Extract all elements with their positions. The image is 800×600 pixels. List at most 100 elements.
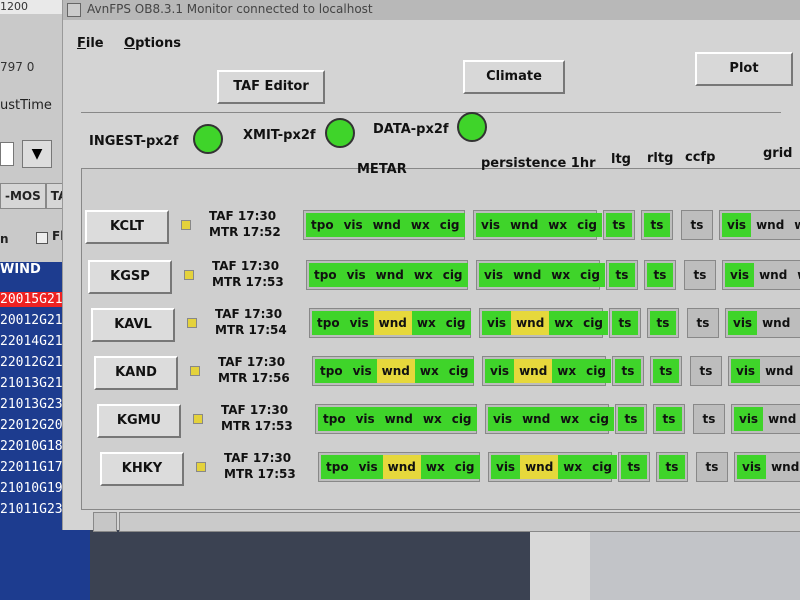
ccfp-monitor[interactable]: ts [687, 308, 719, 338]
grid-wx-status: wx [795, 311, 800, 335]
grid-monitor-group[interactable]: viswndwx [725, 308, 800, 338]
site-button[interactable]: KAND [94, 356, 178, 390]
site-button[interactable]: KAVL [91, 308, 175, 342]
wind-list-item[interactable]: 22012G21 [0, 355, 63, 370]
metar-monitor-group[interactable]: tpo vis wnd wx cig [315, 404, 477, 434]
metar-monitor-group[interactable]: tpo vis wnd wx cig [306, 260, 468, 290]
background-dropdown[interactable] [0, 142, 14, 166]
metar-time: MTR 17:53 [224, 467, 296, 481]
ltg-monitor[interactable]: ts [603, 210, 635, 240]
wind-list-item[interactable]: 22010G18 [0, 439, 63, 454]
persistence-monitor-group[interactable]: vis wnd wx cig [482, 356, 611, 386]
ccfp-monitor[interactable]: ts [690, 356, 722, 386]
grid-vis-status: vis [734, 407, 764, 431]
tab-mos[interactable]: -MOS [0, 183, 46, 209]
menu-file-accel: F [77, 36, 86, 51]
wind-list-item[interactable]: 21011G23 [0, 502, 63, 517]
persistence-monitor-group[interactable]: vis wnd wx cig [485, 404, 614, 434]
ltg-monitor[interactable]: ts [615, 404, 647, 434]
rltg-monitor[interactable]: ts [653, 404, 685, 434]
metar-tpo-status: tpo [318, 407, 351, 431]
persistence-wx-status: wx [549, 311, 579, 335]
persistence-wnd-status: wnd [520, 455, 559, 479]
metar-wnd-status: wnd [370, 263, 409, 287]
wind-list-item[interactable]: 22014G21 [0, 334, 63, 349]
ccfp-status: ts [702, 412, 716, 426]
metar-time: MTR 17:54 [215, 323, 287, 337]
grid-monitor-group[interactable]: viswndwx [731, 404, 800, 434]
metar-cig-status: cig [437, 263, 468, 287]
ccfp-monitor[interactable]: ts [681, 210, 713, 240]
metar-monitor-group[interactable]: tpo vis wnd wx cig [309, 308, 471, 338]
site-button[interactable]: KHKY [100, 452, 184, 486]
grid-monitor-group[interactable]: viswndwx [719, 210, 800, 240]
ltg-monitor[interactable]: ts [618, 452, 650, 482]
site-button[interactable]: KGSP [88, 260, 172, 294]
ltg-monitor[interactable]: ts [609, 308, 641, 338]
rltg-status: ts [647, 263, 673, 287]
metar-vis-status: vis [341, 263, 371, 287]
menu-options-label: ptions [135, 36, 181, 51]
wind-list-item[interactable]: 22011G17 [0, 460, 63, 475]
ccfp-monitor[interactable]: ts [684, 260, 716, 290]
rltg-monitor[interactable]: ts [647, 308, 679, 338]
rltg-monitor[interactable]: ts [656, 452, 688, 482]
menu-file[interactable]: File [77, 36, 104, 51]
ccfp-monitor[interactable]: ts [693, 404, 725, 434]
metar-wnd-status: wnd [376, 359, 415, 383]
persistence-cig-status: cig [581, 359, 611, 383]
ccfp-monitor[interactable]: ts [696, 452, 728, 482]
grid-monitor-group[interactable]: viswndwx [722, 260, 800, 290]
grid-monitor-group[interactable]: viswndwx [734, 452, 800, 482]
metar-monitor-group[interactable]: tpo vis wnd wx cig [318, 452, 480, 482]
persistence-vis-status: vis [479, 263, 509, 287]
ltg-monitor[interactable]: ts [606, 260, 638, 290]
ltg-monitor[interactable]: ts [612, 356, 644, 386]
site-button[interactable]: KCLT [85, 210, 169, 244]
menu-options[interactable]: Options [124, 36, 181, 51]
rltg-monitor[interactable]: ts [644, 260, 676, 290]
rltg-monitor[interactable]: ts [641, 210, 673, 240]
persistence-wnd-status: wnd [517, 407, 556, 431]
grid-monitor-group[interactable]: viswndwx [728, 356, 800, 386]
persistence-monitor-group[interactable]: vis wnd wx cig [476, 260, 605, 290]
metar-vis-status: vis [353, 455, 383, 479]
site-button[interactable]: KGMU [97, 404, 181, 438]
site-times: TAF 17:30 MTR 17:53 [221, 402, 293, 434]
persistence-monitor-group[interactable]: vis wnd wx cig [488, 452, 617, 482]
background-checkbox[interactable] [36, 232, 48, 244]
background-label: n [0, 232, 9, 246]
persistence-vis-status: vis [476, 213, 506, 237]
site-flag-indicator [196, 462, 206, 472]
wind-list-item[interactable]: 20015G21 [0, 292, 63, 307]
metar-vis-status: vis [350, 407, 380, 431]
taf-time: TAF 17:30 [215, 307, 283, 321]
climate-button[interactable]: Climate [463, 60, 565, 94]
window-titlebar[interactable]: AvnFPS OB8.3.1 Monitor connected to loca… [63, 0, 800, 20]
window-menu-icon[interactable] [67, 3, 81, 17]
rltg-monitor[interactable]: ts [650, 356, 682, 386]
persistence-vis-status: vis [488, 407, 518, 431]
data-status-indicator [457, 112, 487, 142]
data-label: DATA-px2f [373, 122, 449, 137]
persistence-wnd-status: wnd [514, 359, 553, 383]
persistence-wx-status: wx [558, 455, 588, 479]
chevron-down-icon[interactable]: ▼ [22, 140, 52, 168]
wind-list-item[interactable]: 20012G21 [0, 313, 63, 328]
taf-editor-button[interactable]: TAF Editor [217, 70, 325, 104]
metar-monitor-group[interactable]: tpo vis wnd wx cig [303, 210, 465, 240]
ltg-status: ts [615, 359, 641, 383]
ccfp-status: ts [696, 316, 710, 330]
plot-button[interactable]: Plot [695, 52, 793, 86]
persistence-wnd-status: wnd [505, 213, 544, 237]
ltg-status: ts [621, 455, 647, 479]
metar-monitor-group[interactable]: tpo vis wnd wx cig [312, 356, 474, 386]
persistence-monitor-group[interactable]: vis wnd wx cig [473, 210, 602, 240]
wind-list-item[interactable]: 21013G23 [0, 397, 63, 412]
wind-list-item[interactable]: 21013G21 [0, 376, 63, 391]
wind-list-item[interactable]: 22012G20 [0, 418, 63, 433]
wind-list-item[interactable]: 21010G19 [0, 481, 63, 496]
ltg-status: ts [606, 213, 632, 237]
persistence-wnd-status: wnd [508, 263, 547, 287]
persistence-monitor-group[interactable]: vis wnd wx cig [479, 308, 608, 338]
